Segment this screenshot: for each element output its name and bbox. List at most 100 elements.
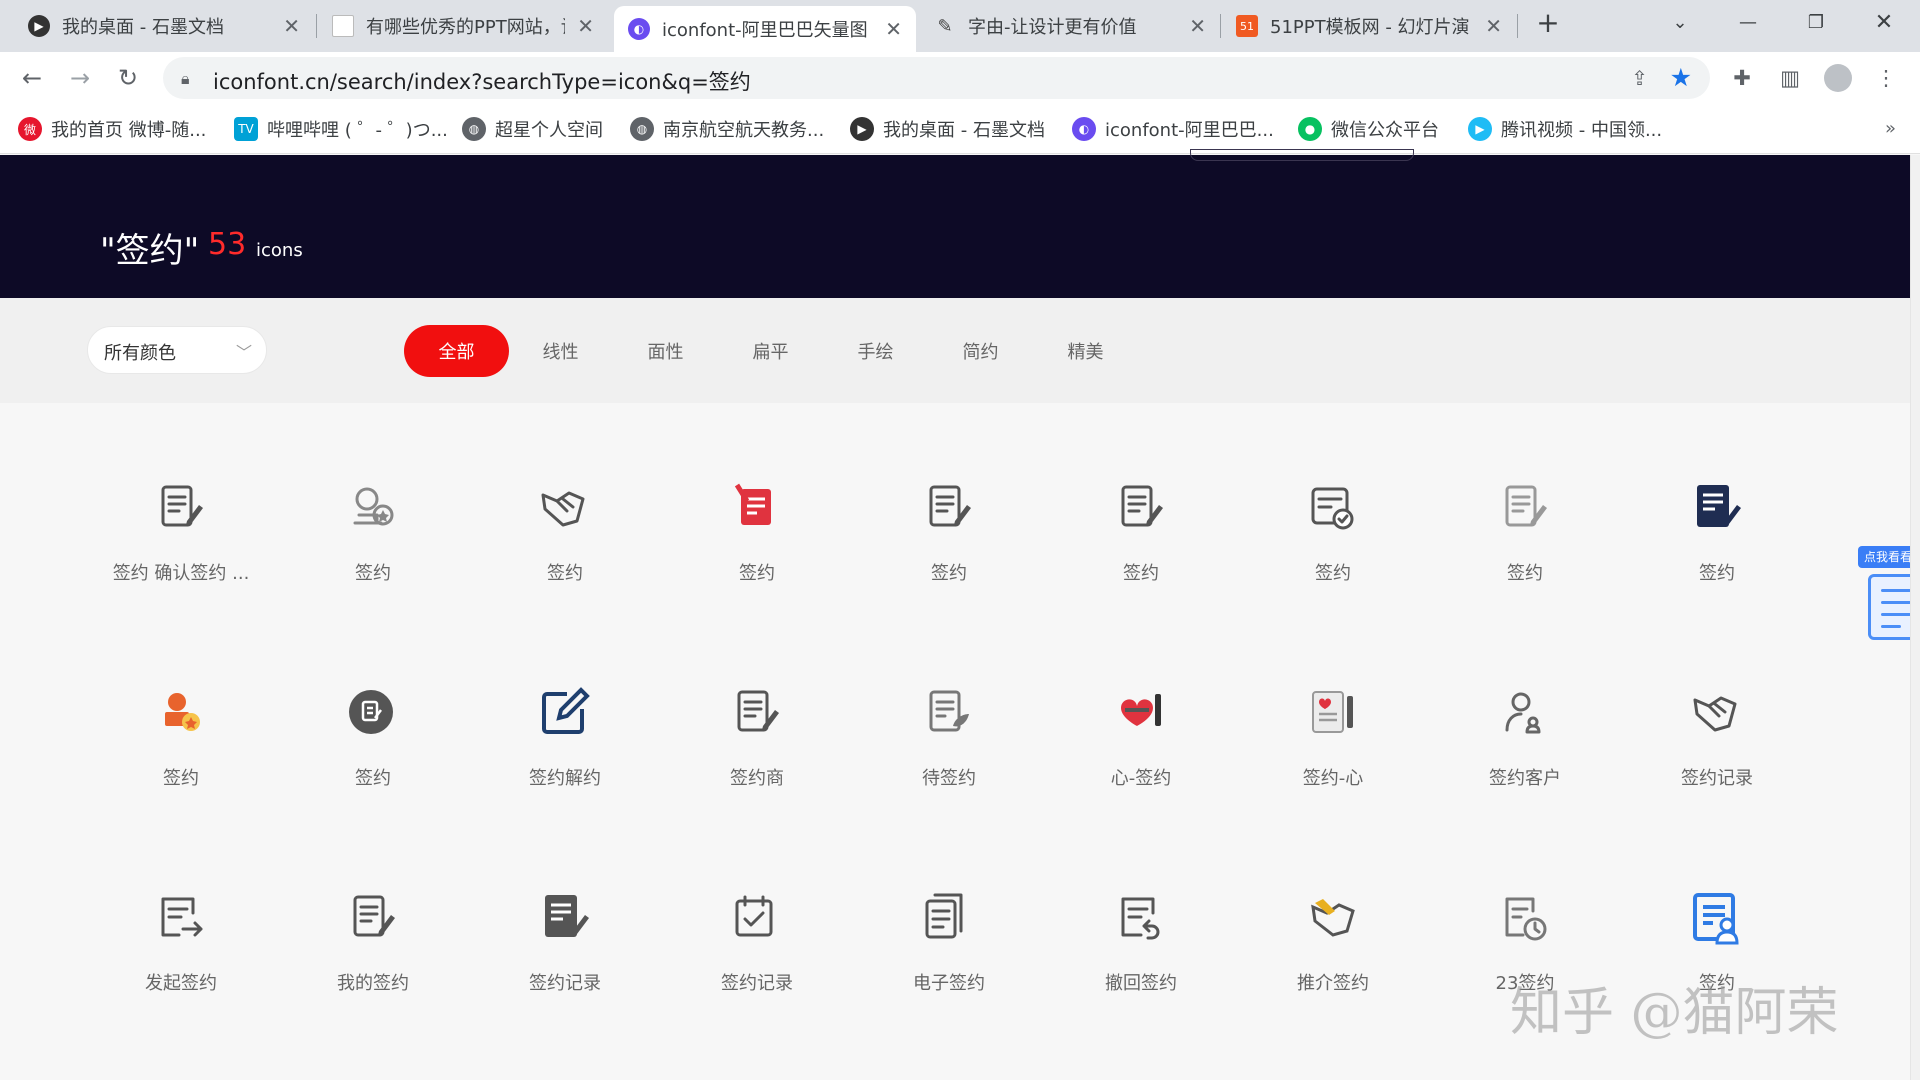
bookmark-item[interactable]: ▶ 我的桌面 - 石墨文档	[850, 114, 1045, 144]
icon-result-item[interactable]: 签约	[854, 481, 1044, 631]
bookmarks-overflow-icon[interactable]: »	[1885, 118, 1896, 139]
share-icon[interactable]: ⇪	[1631, 66, 1648, 90]
style-filter-hand-drawn[interactable]: 手绘	[823, 325, 928, 377]
icon-result-name: 撤回签约	[1105, 973, 1177, 994]
page-scrollbar[interactable]	[1910, 155, 1920, 1080]
browser-tab-active[interactable]: ◐ iconfont-阿里巴巴矢量图 ✕	[614, 6, 916, 52]
profile-avatar-icon[interactable]	[1820, 60, 1856, 96]
bookmark-label: 南京航空航天教务...	[663, 120, 825, 141]
browser-tab[interactable]: ✎ 字由-让设计更有价值 ✕	[920, 0, 1220, 52]
style-filter-linear[interactable]: 线性	[508, 325, 613, 377]
icon-result-item[interactable]: 签约客户	[1430, 686, 1620, 836]
icon-result-item[interactable]: 签约	[278, 481, 468, 631]
icon-result-item[interactable]: 签约 确认签约 ...	[86, 481, 276, 631]
circle-doc-icon	[278, 686, 468, 742]
icon-result-item[interactable]: 签约	[1430, 481, 1620, 631]
pen-icon: ✎	[937, 15, 953, 37]
close-window-button[interactable]: ✕	[1852, 0, 1916, 44]
watermark: 知乎 @猫阿荣	[1510, 983, 1839, 1043]
icon-result-item[interactable]: 签约	[1622, 481, 1812, 631]
icon-result-item[interactable]: 签约记录	[662, 891, 852, 1041]
style-filter-solid[interactable]: 面性	[613, 325, 718, 377]
icon-result-name: 签约	[931, 563, 967, 584]
bookmark-item[interactable]: ◐ iconfont-阿里巴巴...	[1072, 114, 1274, 144]
menu-kebab-icon[interactable]: ⋮	[1868, 60, 1904, 96]
icon-result-item[interactable]: 电子签约	[854, 891, 1044, 1041]
icon-result-item[interactable]: 签约	[1046, 481, 1236, 631]
close-icon[interactable]: ✕	[885, 17, 902, 41]
icon-result-item[interactable]: 签约记录	[1622, 686, 1812, 836]
browser-tab[interactable]: ▶ 我的桌面 - 石墨文档 ✕	[14, 0, 314, 52]
doc-pen-icon	[278, 891, 468, 947]
shimo-icon: ▶	[28, 15, 50, 37]
icon-result-name: 发起签约	[145, 973, 217, 994]
doc-pen-icon	[662, 686, 852, 742]
icon-result-item[interactable]: 签约-心	[1238, 686, 1428, 836]
close-icon[interactable]: ✕	[1485, 14, 1502, 38]
style-filter-simple[interactable]: 简约	[928, 325, 1033, 377]
style-filter-flat[interactable]: 扁平	[718, 325, 823, 377]
bookmark-item[interactable]: TV 哔哩哔哩 ( ゜- ゜)つ...	[234, 114, 448, 144]
icon-result-item[interactable]: 签约	[86, 686, 276, 836]
icon-result-item[interactable]: 心-签约	[1046, 686, 1236, 836]
icon-result-name: 签约	[163, 768, 199, 789]
floating-tab-badge: 点我看看	[1858, 546, 1919, 568]
calendar-check-icon	[662, 891, 852, 947]
icon-result-item[interactable]: 我的签约	[278, 891, 468, 1041]
browser-tab[interactable]: 有哪些优秀的PPT网站，让 ✕	[318, 0, 608, 52]
icon-result-item[interactable]: 撤回签约	[1046, 891, 1236, 1041]
bookmark-item[interactable]: 微 我的首页 微博-随...	[18, 114, 206, 144]
result-unit: icons	[256, 240, 303, 261]
side-panel-icon[interactable]: ▥	[1772, 60, 1808, 96]
doc-user-icon	[1622, 891, 1812, 947]
icon-result-name: 签约解约	[529, 768, 601, 789]
doc-clock-icon	[1430, 891, 1620, 947]
new-tab-button[interactable]: +	[1516, 0, 1580, 44]
restore-button[interactable]: ❐	[1784, 0, 1848, 44]
icon-result-item[interactable]: 待签约	[854, 686, 1044, 836]
bookmark-item[interactable]: ● 微信公众平台	[1298, 114, 1439, 144]
tab-search-chevron-icon[interactable]: ⌄	[1648, 0, 1712, 44]
icon-result-name: 签约	[355, 563, 391, 584]
bookmark-item[interactable]: ◍ 超星个人空间	[462, 114, 603, 144]
bookmark-item[interactable]: ▶ 腾讯视频 - 中国领...	[1468, 114, 1662, 144]
doc-arrow-icon	[86, 891, 276, 947]
close-icon[interactable]: ✕	[577, 14, 594, 38]
shimo-icon: ▶	[850, 117, 874, 141]
tab-title: iconfont-阿里巴巴矢量图	[662, 20, 868, 41]
reload-icon[interactable]: ↻	[112, 62, 144, 94]
url-text[interactable]: iconfont.cn/search/index?searchType=icon…	[213, 66, 751, 96]
bookmark-star-icon[interactable]: ★	[1670, 63, 1692, 92]
doc-undo-icon	[1046, 891, 1236, 947]
search-query-title: "签约"	[100, 231, 200, 271]
51ppt-icon: 51	[1236, 15, 1258, 37]
address-bar[interactable]: 🔒︎ iconfont.cn/search/index?searchType=i…	[163, 57, 1710, 99]
icon-result-name: 待签约	[922, 768, 976, 789]
card-heart-icon	[1238, 686, 1428, 742]
icon-result-item[interactable]: 推介签约	[1238, 891, 1428, 1041]
icon-result-item[interactable]: 签约	[662, 481, 852, 631]
icon-result-item[interactable]: 签约记录	[470, 891, 660, 1041]
color-filter-select[interactable]: 所有颜色 ﹀	[87, 326, 267, 374]
icon-result-item[interactable]: 签约	[1238, 481, 1428, 631]
bookmark-label: 我的首页 微博-随...	[51, 120, 207, 141]
icon-result-item[interactable]: 签约	[278, 686, 468, 836]
icon-result-item[interactable]: 发起签约	[86, 891, 276, 1041]
icon-result-item[interactable]: 签约	[470, 481, 660, 631]
icon-result-item[interactable]: 签约商	[662, 686, 852, 836]
minimize-button[interactable]: —	[1716, 0, 1780, 44]
icon-result-item[interactable]: 签约解约	[470, 686, 660, 836]
globe-icon: ◍	[630, 117, 654, 141]
bookmark-item[interactable]: ◍ 南京航空航天教务...	[630, 114, 824, 144]
extensions-puzzle-icon[interactable]: ✚	[1724, 60, 1760, 96]
doc-pen-solid-icon	[470, 891, 660, 947]
close-icon[interactable]: ✕	[283, 14, 300, 38]
browser-tab[interactable]: 51 51PPT模板网 - 幻灯片演 ✕	[1222, 0, 1516, 52]
close-icon[interactable]: ✕	[1189, 14, 1206, 38]
back-arrow-icon[interactable]: ←	[16, 62, 48, 94]
forward-arrow-icon[interactable]: →	[64, 62, 96, 94]
style-filter-all[interactable]: 全部	[404, 325, 509, 377]
style-filter-refined[interactable]: 精美	[1033, 325, 1138, 377]
header-tab-remnant	[1190, 149, 1414, 161]
bookmarks-bar: 微 我的首页 微博-随... TV 哔哩哔哩 ( ゜- ゜)つ... ◍ 超星个…	[0, 104, 1920, 154]
